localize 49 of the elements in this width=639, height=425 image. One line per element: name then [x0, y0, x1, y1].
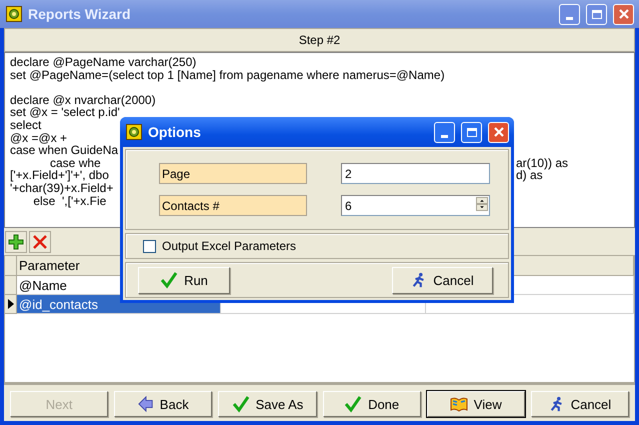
maximize-button[interactable] — [586, 4, 607, 24]
wizard-button[interactable]: Cancel — [530, 391, 630, 417]
code-line: set @PageName=(select top 1 [Name] from pagename where namerus=@Name) — [10, 68, 445, 82]
wizard-button[interactable]: Save As — [218, 391, 317, 417]
wizard-button[interactable]: Done — [322, 391, 421, 417]
code-line: d) as — [516, 169, 543, 182]
code-line: ['+x.Field+']'+', dbo — [10, 169, 109, 182]
code-line: ar(10)) as — [516, 156, 568, 170]
code-line: else ',['+x.Fie — [33, 194, 106, 208]
code-line: set @x = 'select p.id' — [10, 106, 120, 119]
app-icon — [6, 6, 22, 22]
minimize-button[interactable] — [559, 4, 580, 24]
code-line: case whe — [49, 156, 101, 170]
code-line: @x =@x + — [10, 132, 68, 144]
checkmark-icon — [344, 395, 362, 413]
delete-button[interactable] — [29, 230, 51, 252]
spin-field[interactable]: 6 — [341, 195, 490, 216]
book-icon — [450, 396, 468, 412]
field-label: Page — [159, 163, 307, 184]
left-arrow-icon — [138, 396, 154, 412]
wizard-button[interactable]: Back — [114, 391, 212, 417]
spin-down-icon[interactable] — [476, 204, 488, 211]
spin-up-icon[interactable] — [476, 197, 488, 204]
code-line: '+char(39)+x.Field+ — [10, 182, 114, 195]
minimize-button[interactable] — [434, 122, 455, 142]
checkmark-icon — [232, 395, 250, 413]
maximize-button[interactable] — [461, 122, 482, 142]
input-field[interactable]: 2 — [341, 163, 490, 184]
row-header[interactable] — [5, 295, 17, 314]
app-icon — [126, 124, 142, 140]
code-line: declare @x nvarchar(2000) — [10, 94, 156, 106]
close-button[interactable] — [613, 4, 634, 24]
field-label: Contacts # — [159, 195, 307, 216]
code-line: select — [10, 118, 42, 132]
code-line: declare @PageName varchar(250) — [10, 56, 196, 69]
close-icon — [492, 126, 504, 138]
dialog-button[interactable]: Cancel — [392, 266, 493, 294]
checkbox[interactable] — [143, 240, 156, 252]
step-header: Step #2 — [4, 28, 635, 52]
close-icon — [618, 8, 630, 20]
window-title: Reports Wizard — [28, 6, 131, 22]
add-button[interactable] — [5, 230, 27, 252]
checkbox-label: Output Excel Parameters — [162, 239, 296, 253]
close-button[interactable] — [488, 122, 509, 142]
dialog-title: Options — [148, 124, 201, 140]
dialog-button[interactable]: Run — [138, 266, 230, 294]
wizard-button[interactable]: View — [426, 391, 525, 417]
code-line: case when GuideNa — [10, 144, 118, 157]
checkmark-icon — [160, 271, 178, 289]
